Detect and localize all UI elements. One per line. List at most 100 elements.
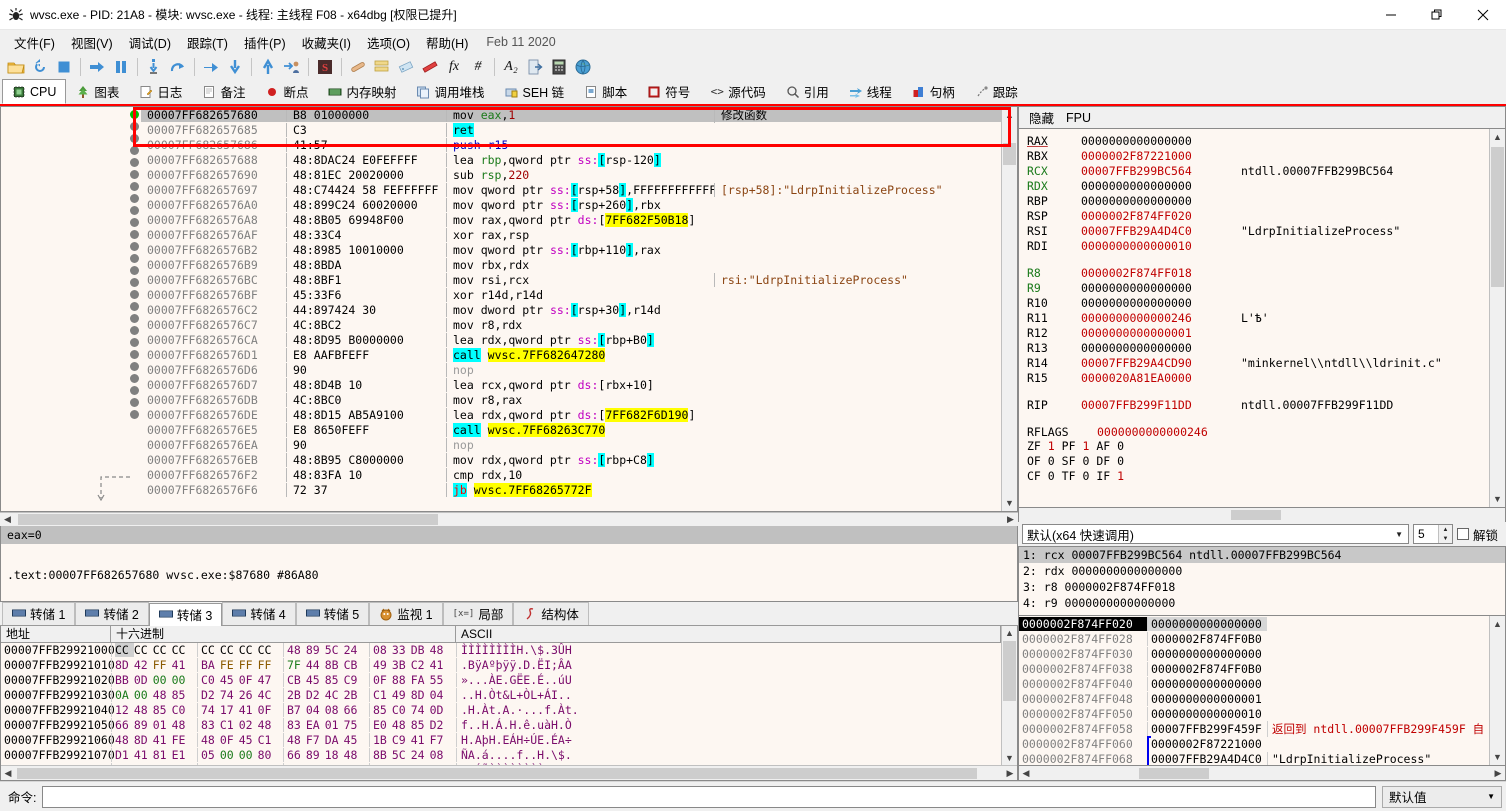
- minimize-button[interactable]: [1368, 0, 1414, 30]
- disassembly-view[interactable]: 00007FF682657680 B8 01000000 mov eax,1 修改函数…: [1, 107, 1017, 511]
- hscroll-thumb[interactable]: [18, 513, 438, 525]
- register-row[interactable]: RSI 00007FFB29A4D4C0 "LdrpInitializeProces…: [1027, 223, 1489, 238]
- scroll-right-icon[interactable]: ▶: [1491, 768, 1505, 779]
- stepper-up-icon[interactable]: ▲: [1439, 525, 1452, 534]
- scroll-left-icon[interactable]: ◀: [1019, 768, 1033, 779]
- scroll-right-icon[interactable]: ▶: [1003, 514, 1018, 525]
- scroll-down-icon[interactable]: ▼: [1002, 750, 1017, 765]
- breakpoint-dot[interactable]: [129, 326, 139, 335]
- breakpoint-dot[interactable]: [129, 110, 139, 119]
- menu-trace[interactable]: 跟踪(T): [179, 30, 236, 55]
- tab-handles[interactable]: 句柄: [902, 79, 965, 104]
- register-tab-hide[interactable]: 隐藏: [1029, 108, 1054, 127]
- argument-count-stepper[interactable]: 5 ▲ ▼: [1412, 524, 1453, 544]
- breakpoint-dot[interactable]: [129, 398, 139, 407]
- menu-options[interactable]: 选项(O): [359, 30, 418, 55]
- dump-row[interactable]: 00007FFB29921030 0A 00 48 85 D2 74 26 4C 2B D2 4C 2B…: [1, 688, 1001, 703]
- dump-header-hex[interactable]: 十六进制: [111, 625, 456, 643]
- disassembly-row[interactable]: 00007FF682657686 41:57 push r15: [141, 137, 1001, 152]
- scroll-left-icon[interactable]: ◀: [1, 768, 15, 779]
- menu-help[interactable]: 帮助(H): [418, 30, 476, 55]
- stack-row[interactable]: 0000002F874FF058 00007FFB299F459F 返回到 ntdl…: [1019, 720, 1489, 737]
- stop-icon[interactable]: [54, 57, 74, 77]
- scroll-track[interactable]: [1002, 165, 1017, 495]
- checkbox-box[interactable]: [1456, 528, 1469, 540]
- argument-row[interactable]: 1: rcx 00007FFB299BC564 ntdll.00007FFB29…: [1019, 547, 1505, 563]
- breakpoint-dot[interactable]: [129, 410, 139, 419]
- flag-value[interactable]: 0: [1048, 454, 1055, 468]
- breakpoint-dot[interactable]: [129, 362, 139, 371]
- register-row[interactable]: RSP 0000002F874FF020: [1027, 208, 1489, 223]
- menu-plugins[interactable]: 插件(P): [236, 30, 294, 55]
- dump-tab-4[interactable]: 转储 4: [222, 601, 296, 625]
- maximize-restore-icon[interactable]: [1414, 0, 1460, 30]
- scroll-right-icon[interactable]: ▶: [1003, 768, 1017, 779]
- tab-memory-map[interactable]: 内存映射: [318, 79, 406, 104]
- scylla-icon[interactable]: S: [315, 57, 335, 77]
- breakpoint-dot[interactable]: [129, 266, 139, 275]
- breakpoint-dot[interactable]: [129, 218, 139, 227]
- menu-view[interactable]: 视图(V): [63, 30, 121, 55]
- notes-icon[interactable]: [420, 57, 440, 77]
- dump-tab-2[interactable]: 转储 2: [75, 601, 149, 625]
- breakpoint-dot[interactable]: [129, 278, 139, 287]
- breakpoint-dot[interactable]: [129, 146, 139, 155]
- scroll-left-icon[interactable]: ◀: [0, 514, 15, 525]
- disassembly-row[interactable]: 00007FF6826576D7 48:8D4B 10 lea rcx,qword …: [141, 377, 1001, 392]
- disassembly-row[interactable]: 00007FF682657697 48:C74424 58 FEFFFFFF mov…: [141, 182, 1001, 197]
- functions-icon[interactable]: fx: [444, 57, 464, 77]
- dump-row[interactable]: 00007FFB29921050 66 89 01 48 83 C1 02 48 83 EA 01 75…: [1, 718, 1001, 733]
- stack-list[interactable]: 0000002F874FF020 0000000000000000 0000002F…: [1019, 616, 1489, 765]
- stack-row[interactable]: 0000002F874FF040 0000000000000000: [1019, 676, 1489, 691]
- run-to-user-code-icon[interactable]: [282, 57, 302, 77]
- flag-value[interactable]: 1: [1048, 439, 1055, 453]
- breakpoint-dot[interactable]: [129, 206, 139, 215]
- disassembly-row[interactable]: 00007FF682657685 C3 ret: [141, 122, 1001, 137]
- scroll-up-icon[interactable]: ▲: [1002, 107, 1017, 123]
- register-row[interactable]: RBX 0000002F87221000: [1027, 148, 1489, 163]
- run-icon[interactable]: [87, 57, 107, 77]
- disassembly-row[interactable]: 00007FF6826576F6 72 37 jb wvsc.7FF68265772…: [141, 482, 1001, 497]
- argument-row[interactable]: 4: r9 0000000000000000: [1019, 595, 1505, 611]
- disassembly-row[interactable]: 00007FF6826576DE 48:8D15 AB5A9100 lea rdx,…: [141, 407, 1001, 422]
- disassembly-row[interactable]: 00007FF6826576EB 48:8B95 C8000000 mov rdx,…: [141, 452, 1001, 467]
- register-row[interactable]: RAX 0000000000000000: [1027, 133, 1489, 148]
- registers-hscrollbar[interactable]: [1018, 508, 1506, 522]
- breakpoint-dot[interactable]: [129, 314, 139, 323]
- flag-value[interactable]: 0: [1048, 469, 1055, 483]
- stack-row[interactable]: 0000002F874FF030 0000000000000000: [1019, 646, 1489, 661]
- scroll-track[interactable]: [1490, 287, 1505, 491]
- locals-tab[interactable]: [x=] 局部: [442, 601, 514, 625]
- arguments-panel[interactable]: 1: rcx 00007FFB299BC564 ntdll.00007FFB29…: [1018, 546, 1506, 616]
- dump-row[interactable]: 00007FFB29921020 BB 0D 00 00 C0 45 0F 47 CB 45 85 C9…: [1, 673, 1001, 688]
- disassembly-hscrollbar[interactable]: ◀ ▶: [0, 512, 1018, 526]
- dump-rows[interactable]: 00007FFB29921000 CC CC CC CC CC CC CC CC 48 89 5C 24…: [1, 643, 1001, 765]
- disassembly-row[interactable]: 00007FF6826576D1 E8 AAFBFEFF call wvsc.7FF…: [141, 347, 1001, 362]
- scroll-thumb[interactable]: [1491, 147, 1504, 287]
- scroll-down-icon[interactable]: ▼: [1002, 495, 1017, 511]
- dump-header-ascii[interactable]: ASCII: [456, 625, 1001, 643]
- breakpoint-dot[interactable]: [129, 350, 139, 359]
- disassembly-row[interactable]: 00007FF6826576C2 44:897424 30 mov dword pt…: [141, 302, 1001, 317]
- watch-tab-1[interactable]: 监视 1: [369, 601, 443, 625]
- flag-row[interactable]: CF 0 TF 0 IF 1: [1027, 469, 1489, 484]
- dump-row[interactable]: 00007FFB29921040 12 48 85 C0 74 17 41 0F B7 04 08 66…: [1, 703, 1001, 718]
- menu-favorites[interactable]: 收藏夹(I): [294, 30, 359, 55]
- command-input[interactable]: [42, 785, 1376, 808]
- breakpoint-dot[interactable]: [129, 374, 139, 383]
- flag-row[interactable]: OF 0 SF 0 DF 0: [1027, 454, 1489, 469]
- disassembly-row[interactable]: 00007FF682657680 B8 01000000 mov eax,1 修改函数: [141, 107, 1001, 123]
- breakpoint-dot[interactable]: [129, 242, 139, 251]
- dump-header-address[interactable]: 地址: [1, 625, 111, 643]
- restart-icon[interactable]: [30, 57, 50, 77]
- register-row[interactable]: RDX 0000000000000000: [1027, 178, 1489, 193]
- tab-seh[interactable]: SEH 链: [495, 79, 575, 104]
- tab-log[interactable]: 日志: [129, 79, 192, 104]
- flag-value[interactable]: 0: [1117, 454, 1124, 468]
- disassembly-row[interactable]: 00007FF6826576E5 E8 8650FEFF call wvsc.7FF…: [141, 422, 1001, 437]
- dump-tab-1[interactable]: 转储 1: [2, 601, 76, 625]
- scroll-down-icon[interactable]: ▼: [1490, 749, 1505, 765]
- dump-row[interactable]: 00007FFB29921070 D1 41 81 E1 05 00 00 80 66 89 18 48…: [1, 748, 1001, 763]
- tab-source[interactable]: <> 源代码: [700, 79, 776, 104]
- register-row[interactable]: RBP 0000000000000000: [1027, 193, 1489, 208]
